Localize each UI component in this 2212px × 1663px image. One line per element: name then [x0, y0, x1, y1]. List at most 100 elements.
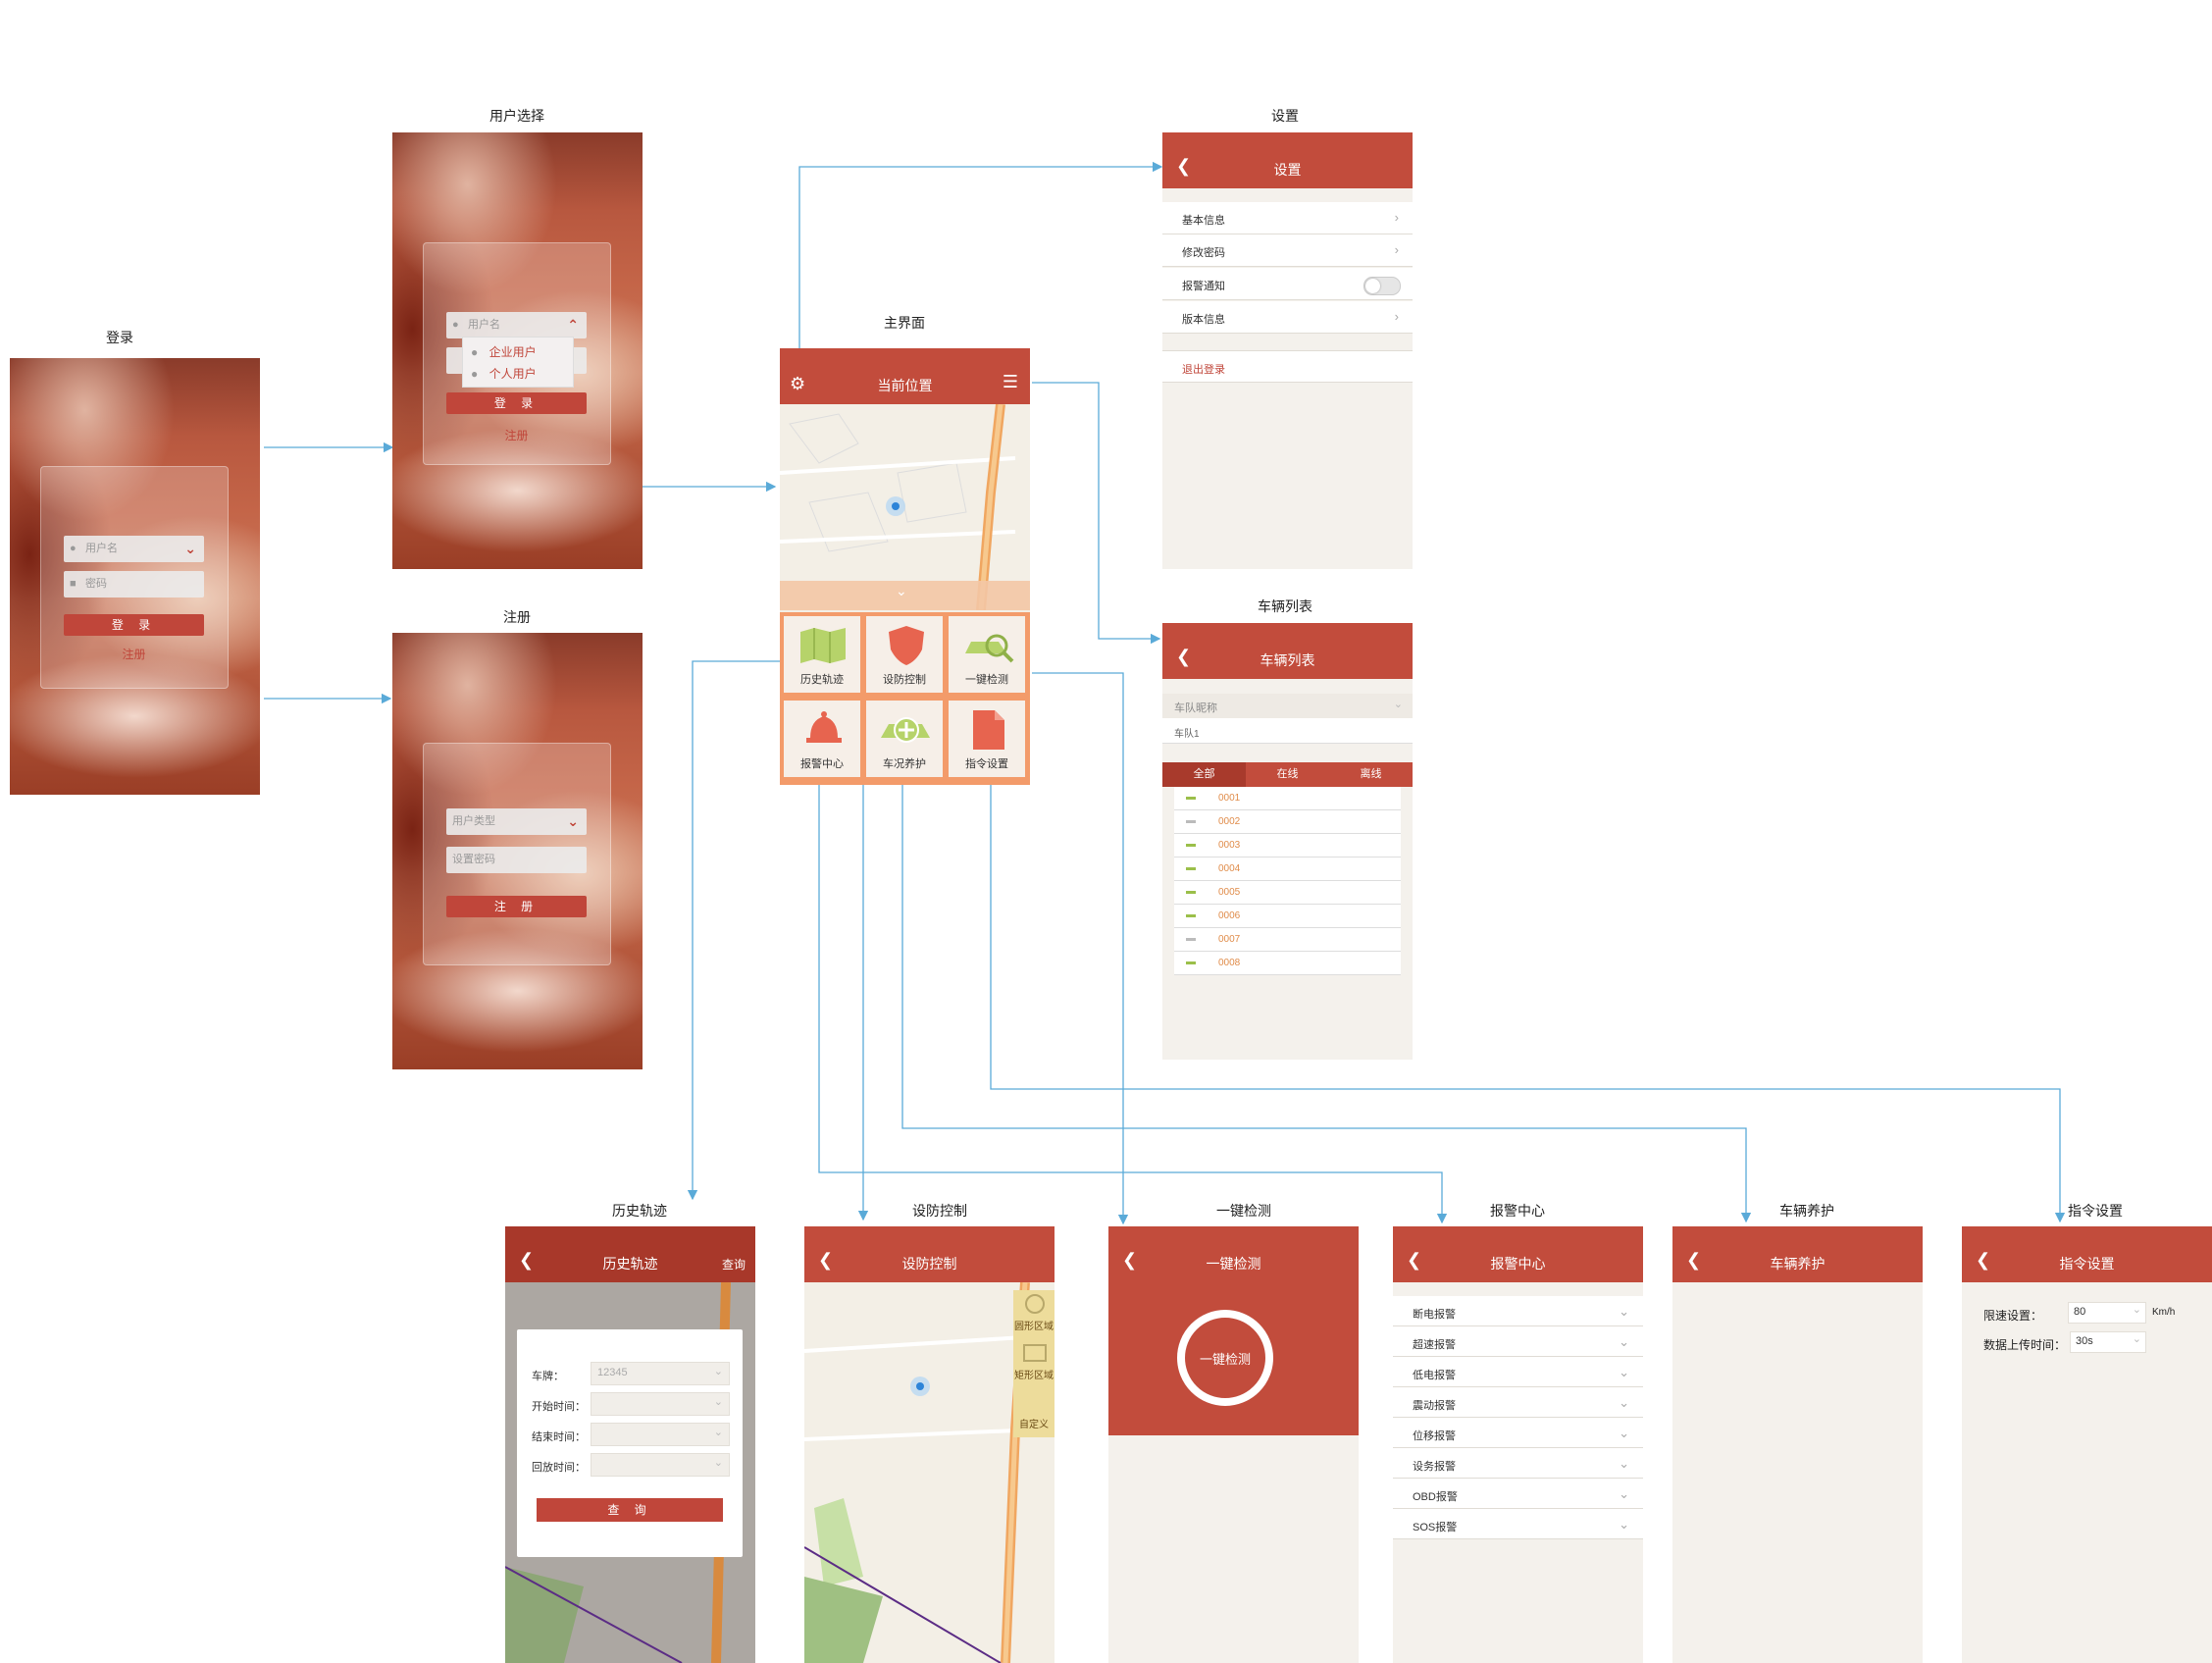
label-login: 登录	[106, 330, 133, 345]
register-link[interactable]: 注册	[446, 427, 587, 443]
chevron-up-icon[interactable]: ⌃	[567, 312, 579, 338]
vehicle-row[interactable]: ▬ 0003	[1174, 834, 1401, 857]
login-panel: ● 用户名 ⌄ ■ 密码 登 录 注册	[40, 466, 229, 689]
zone-rect-label: 矩形区域	[1014, 1371, 1054, 1381]
alarm-item[interactable]: OBD报警 ⌄	[1393, 1479, 1643, 1509]
query-button[interactable]: 查 询	[537, 1498, 723, 1522]
vehicle-row[interactable]: ▬ 0006	[1174, 905, 1401, 928]
chevron-down-icon: ⌄	[713, 1427, 723, 1438]
settings-item-alarm-notify[interactable]: 报警通知	[1162, 268, 1413, 300]
fleet-selector[interactable]: 车队昵称 ⌄	[1162, 694, 1413, 718]
chevron-down-icon: ⌄	[1619, 1486, 1629, 1501]
upload-time-input[interactable]: 30s ⌄	[2070, 1331, 2146, 1353]
register-button[interactable]: 注 册	[446, 896, 587, 917]
user-type-placeholder: 用户类型	[452, 815, 495, 827]
alarm-item[interactable]: 震动报警 ⌄	[1393, 1387, 1643, 1418]
settings-item-version[interactable]: 版本信息 ›	[1162, 301, 1413, 334]
speed-unit: Km/h	[2152, 1307, 2176, 1318]
grid-check[interactable]: 一键检测	[947, 614, 1027, 695]
vehicle-row[interactable]: ▬ 0001	[1174, 787, 1401, 810]
label-user-select: 用户选择	[489, 108, 544, 124]
list-icon[interactable]: ☰	[1003, 372, 1018, 392]
login-button[interactable]: 登 录	[446, 392, 587, 414]
settings-item-basic-info[interactable]: 基本信息 ›	[1162, 202, 1413, 234]
grid-defense[interactable]: 设防控制	[864, 614, 945, 695]
alarm-item-label: 设务报警	[1413, 1461, 1456, 1473]
tab-online[interactable]: 在线	[1246, 762, 1329, 787]
main-title: 当前位置	[877, 378, 933, 393]
function-grid: 历史轨迹 设防控制 一键检测 报警中心 车况养护 指令设置	[780, 612, 1030, 785]
vehicle-list: ▬ 0001 ▬ 0002 ▬ 0003 ▬ 0004 ▬ 0005 ▬ 0006 ▬ 000…	[1162, 787, 1413, 983]
tab-all[interactable]: 全部	[1162, 762, 1246, 787]
grid-alarm[interactable]: 报警中心	[782, 699, 862, 779]
option-enterprise[interactable]: ● 企业用户	[471, 343, 537, 360]
password-field[interactable]: ■ 密码	[64, 571, 204, 598]
history-screen: ❮ 历史轨迹 查询 车牌： 12345 ⌄ 开始时间： ⌄ 结束时间： ⌄ 回放…	[505, 1226, 755, 1663]
rectangle-icon	[1023, 1344, 1047, 1362]
car-icon: ▬	[1186, 933, 1196, 944]
chevron-down-icon[interactable]: ⌄	[184, 536, 196, 562]
vehicle-id: 0008	[1218, 958, 1241, 968]
main-topbar: ⚙ 当前位置 ☰	[780, 348, 1030, 404]
user-select-panel: ● 用户名 ⌃ ● 企业用户 ● 个人用户 登 录 注册	[423, 242, 611, 465]
fleet-value: 车队1	[1174, 729, 1200, 740]
command-topbar: ❮ 指令设置	[1962, 1226, 2212, 1282]
end-time-input[interactable]: ⌄	[591, 1423, 730, 1446]
grid-command[interactable]: 指令设置	[947, 699, 1027, 779]
start-time-input[interactable]: ⌄	[591, 1392, 730, 1416]
tab-offline[interactable]: 离线	[1329, 762, 1413, 787]
vehicle-list-topbar: ❮ 车辆列表	[1162, 623, 1413, 679]
grid-command-label: 指令设置	[965, 758, 1008, 770]
username-field[interactable]: ● 用户名 ⌃	[446, 312, 587, 338]
plate-input[interactable]: 12345 ⌄	[591, 1362, 730, 1385]
vehicle-row[interactable]: ▬ 0002	[1174, 810, 1401, 834]
set-password-field[interactable]: 设置密码	[446, 847, 587, 873]
bell-icon	[806, 711, 842, 743]
alarm-item[interactable]: 超速报警 ⌄	[1393, 1326, 1643, 1357]
chevron-down-icon[interactable]: ⌄	[567, 808, 579, 835]
zone-rect[interactable]: 矩形区域	[1013, 1339, 1055, 1386]
username-field[interactable]: ● 用户名 ⌄	[64, 536, 204, 562]
label-defense: 设防控制	[912, 1203, 967, 1219]
playback-time-input[interactable]: ⌄	[591, 1453, 730, 1477]
settings-item-label: 报警通知	[1182, 281, 1225, 292]
login-button[interactable]: 登 录	[64, 614, 204, 636]
check-button[interactable]: 一键检测	[1177, 1310, 1273, 1406]
vehicle-row[interactable]: ▬ 0008	[1174, 952, 1401, 975]
set-password-placeholder: 设置密码	[452, 854, 495, 865]
alarm-item[interactable]: 设务报警 ⌄	[1393, 1448, 1643, 1479]
zone-custom[interactable]: 自定义	[1013, 1388, 1055, 1435]
alarm-item[interactable]: 低电报警 ⌄	[1393, 1357, 1643, 1387]
alarm-item[interactable]: SOS报警 ⌄	[1393, 1509, 1643, 1539]
settings-item-change-password[interactable]: 修改密码 ›	[1162, 234, 1413, 267]
vehicle-row[interactable]: ▬ 0004	[1174, 857, 1401, 881]
grid-history[interactable]: 历史轨迹	[782, 614, 862, 695]
option-personal[interactable]: ● 个人用户	[471, 365, 537, 382]
chevron-down-icon[interactable]: ⌄	[896, 583, 907, 599]
fleet-item[interactable]: 车队1	[1162, 718, 1413, 744]
alarm-notify-toggle[interactable]	[1363, 277, 1401, 295]
map-view[interactable]: ⌄	[780, 404, 1030, 610]
register-link[interactable]: 注册	[64, 646, 204, 662]
zone-custom-label: 自定义	[1019, 1420, 1049, 1430]
settings-title: 设置	[1273, 162, 1302, 178]
user-type-field[interactable]: 用户类型 ⌄	[446, 808, 587, 835]
username-placeholder: 用户名	[85, 543, 118, 554]
status-tabs: 全部 在线 离线	[1162, 762, 1413, 787]
alarm-item[interactable]: 断电报警 ⌄	[1393, 1296, 1643, 1326]
query-link[interactable]: 查询	[722, 1256, 746, 1273]
alarm-item[interactable]: 位移报警 ⌄	[1393, 1418, 1643, 1448]
vehicle-row[interactable]: ▬ 0007	[1174, 928, 1401, 952]
grid-maintenance[interactable]: 车况养护	[864, 699, 945, 779]
speed-value: 80	[2074, 1306, 2086, 1318]
vehicle-row[interactable]: ▬ 0005	[1174, 881, 1401, 905]
grid-alarm-label: 报警中心	[800, 758, 844, 770]
speed-input[interactable]: 80 ⌄	[2068, 1302, 2146, 1324]
speed-label: 限速设置：	[1983, 1309, 2043, 1323]
user-type-dropdown: ● 企业用户 ● 个人用户	[462, 337, 574, 388]
playback-time-label: 回放时间：	[532, 1462, 586, 1474]
defense-map[interactable]: 圆形区域 矩形区域 自定义	[804, 1282, 1055, 1663]
zone-circle[interactable]: 圆形区域	[1013, 1290, 1055, 1337]
fleet-label: 车队昵称	[1174, 702, 1217, 714]
logout-button[interactable]: 退出登录	[1162, 350, 1413, 383]
